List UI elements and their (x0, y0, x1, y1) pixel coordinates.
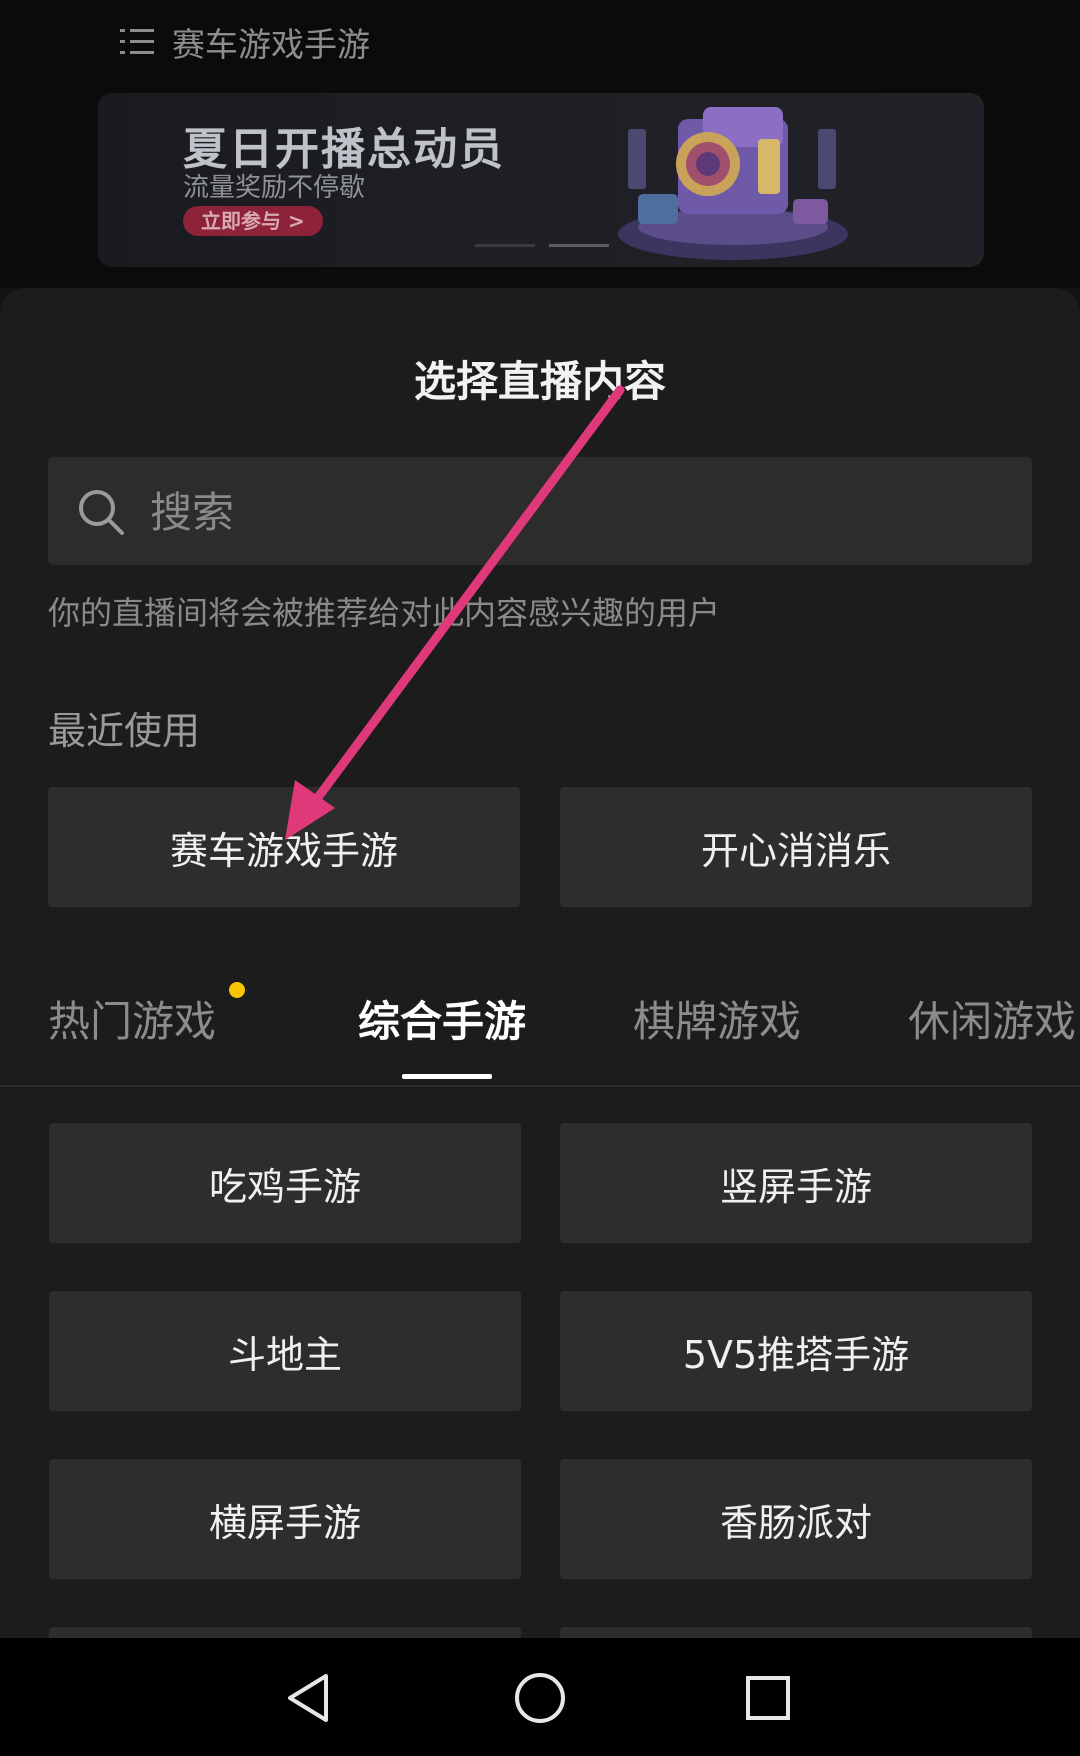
category-item-partial[interactable] (560, 1627, 1032, 1638)
current-category-label: 赛车游戏手游 (172, 25, 370, 64)
camera-illustration (618, 107, 848, 260)
back-icon[interactable] (280, 1668, 340, 1728)
search-bar[interactable] (48, 457, 1032, 567)
content-picker-sheet: 选择直播内容 你的直播间将会被推荐给对此内容感兴趣的用户 最近使用 赛车游戏手游… (0, 288, 1080, 1638)
banner-join-button[interactable]: 立即参与 > (183, 206, 323, 236)
tab-hot-games[interactable]: 热门游戏 (48, 988, 216, 1049)
banner-subtitle: 流量奖励不停歇 (183, 173, 366, 203)
category-item[interactable]: 斗地主 (49, 1291, 521, 1411)
category-item[interactable]: 吃鸡手游 (49, 1123, 521, 1243)
category-item[interactable]: 5V5推塔手游 (560, 1291, 1032, 1411)
category-tabs: 热门游戏 综合手游 棋牌游戏 休闲游戏 (0, 982, 1080, 1086)
category-item[interactable]: 横屏手游 (49, 1459, 521, 1579)
active-tab-indicator (402, 1074, 492, 1079)
recents-icon[interactable] (738, 1668, 798, 1728)
home-icon[interactable] (510, 1668, 570, 1728)
search-input[interactable] (148, 457, 1012, 567)
recent-section-label: 最近使用 (48, 709, 201, 753)
category-item[interactable]: 竖屏手游 (560, 1123, 1032, 1243)
category-item[interactable]: 香肠派对 (560, 1459, 1032, 1579)
promo-banner[interactable]: 夏日开播总动员 流量奖励不停歇 立即参与 > (98, 93, 984, 267)
banner-pagination (475, 244, 609, 247)
top-area: 赛车游戏手游 夏日开播总动员 流量奖励不停歇 立即参与 > (0, 0, 1080, 288)
banner-dot-active (549, 244, 609, 247)
list-icon (120, 27, 154, 57)
system-navbar (0, 1638, 1080, 1756)
new-indicator-dot (229, 982, 245, 998)
sheet-title: 选择直播内容 (413, 357, 666, 406)
banner-dot (475, 244, 535, 247)
tabs-divider (0, 1085, 1080, 1087)
current-category[interactable]: 赛车游戏手游 (120, 18, 370, 66)
recent-item-happy-match[interactable]: 开心消消乐 (560, 787, 1032, 907)
search-icon (79, 490, 124, 535)
recommendation-hint: 你的直播间将会被推荐给对此内容感兴趣的用户 (48, 594, 721, 632)
tab-mobile-games[interactable]: 综合手游 (358, 988, 526, 1049)
recent-item-racing[interactable]: 赛车游戏手游 (48, 787, 520, 907)
tab-board-games[interactable]: 棋牌游戏 (633, 988, 801, 1049)
tab-casual-games[interactable]: 休闲游戏 (908, 988, 1076, 1049)
category-item-partial[interactable] (49, 1627, 521, 1638)
